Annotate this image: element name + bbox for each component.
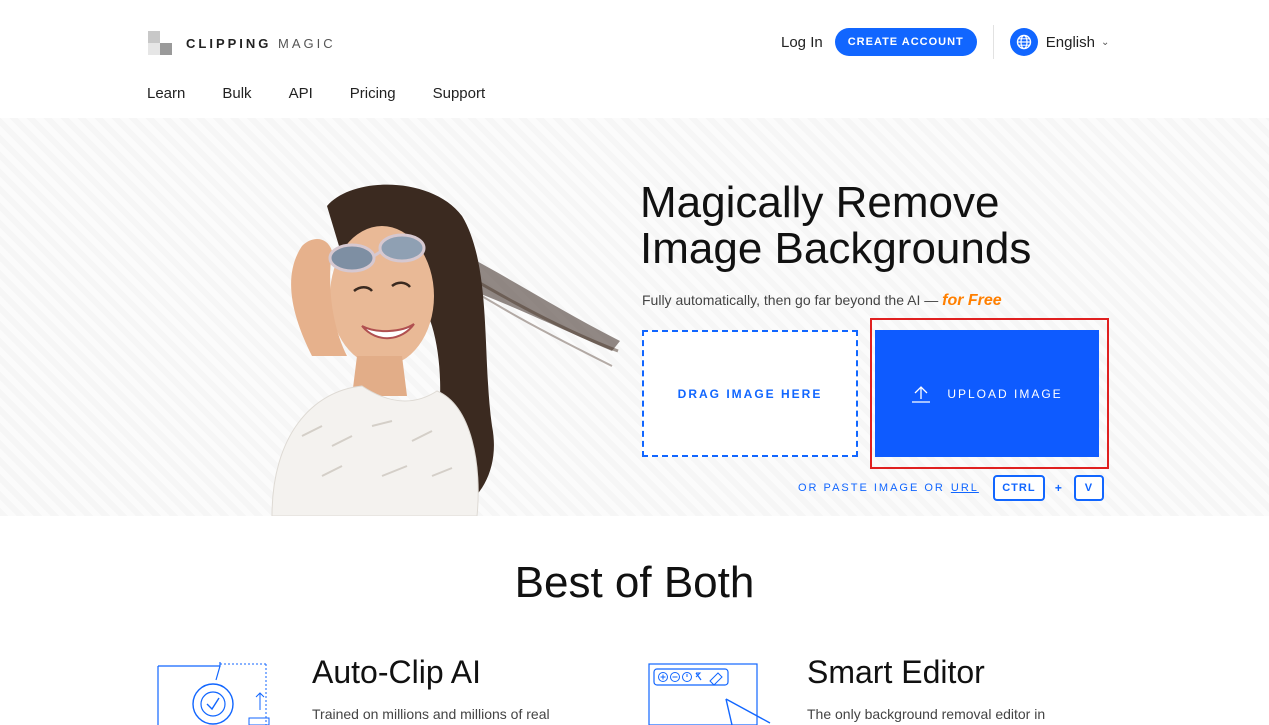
logo-text-light: MAGIC	[278, 35, 336, 51]
logo[interactable]: CLIPPING MAGIC	[148, 31, 336, 55]
globe-icon	[1009, 28, 1038, 56]
upload-image-label: UPLOAD IMAGE	[947, 386, 1063, 401]
drag-image-dropzone[interactable]: DRAG IMAGE HERE	[642, 330, 858, 457]
v-key: V	[1073, 475, 1104, 501]
best-of-both-title: Best of Both	[514, 558, 755, 607]
hero-title-line1: Magically Remove	[640, 178, 1000, 227]
paste-url-link[interactable]: URL	[951, 482, 979, 494]
upload-image-button[interactable]: UPLOAD IMAGE	[875, 330, 1099, 457]
header-actions: Log In CREATE ACCOUNT English ⌄	[781, 25, 1110, 59]
language-label: English	[1045, 33, 1095, 51]
upload-arrow-icon	[912, 385, 931, 403]
logo-text: CLIPPING MAGIC	[186, 36, 336, 51]
key-plus: +	[1054, 481, 1064, 495]
create-account-button[interactable]: CREATE ACCOUNT	[834, 28, 977, 56]
login-link[interactable]: Log In	[781, 34, 823, 51]
auto-clip-icon	[156, 662, 270, 725]
hero-title-line2: Image Backgrounds	[640, 224, 1032, 273]
language-selector[interactable]: English ⌄	[1009, 28, 1110, 56]
nav-item-learn[interactable]: Learn	[147, 85, 185, 102]
hero-subtitle: Fully automatically, then go far beyond …	[642, 292, 1002, 310]
nav-item-bulk[interactable]: Bulk	[222, 85, 251, 102]
hero-subtitle-highlight: for Free	[942, 292, 1002, 309]
feature-title-auto-clip: Auto-Clip AI	[312, 654, 481, 690]
feature-desc-smart-editor: The only background removal editor in	[807, 706, 1046, 722]
paste-hint-text: OR PASTE IMAGE OR	[798, 482, 945, 494]
nav-item-support[interactable]: Support	[433, 85, 486, 102]
header-divider	[992, 25, 994, 59]
hero-title: Magically Remove Image Backgrounds	[640, 180, 1031, 272]
nav-item-pricing[interactable]: Pricing	[350, 85, 396, 102]
ctrl-key: CTRL	[992, 475, 1045, 501]
feature-title-smart-editor: Smart Editor	[807, 654, 985, 690]
feature-desc-auto-clip: Trained on millions and millions of real	[312, 706, 550, 722]
hero-photo	[232, 176, 620, 516]
nav-item-api[interactable]: API	[289, 85, 313, 102]
logo-mark-icon	[148, 31, 172, 55]
drag-image-label: DRAG IMAGE HERE	[677, 386, 823, 401]
logo-text-bold: CLIPPING	[186, 35, 272, 51]
smart-editor-icon	[648, 663, 772, 725]
paste-hint: OR PASTE IMAGE OR URL CTRL + V	[798, 475, 1104, 501]
main-nav: Learn Bulk API Pricing Support	[147, 85, 522, 102]
chevron-down-icon: ⌄	[1100, 36, 1110, 48]
hero-subtitle-text: Fully automatically, then go far beyond …	[642, 292, 943, 308]
